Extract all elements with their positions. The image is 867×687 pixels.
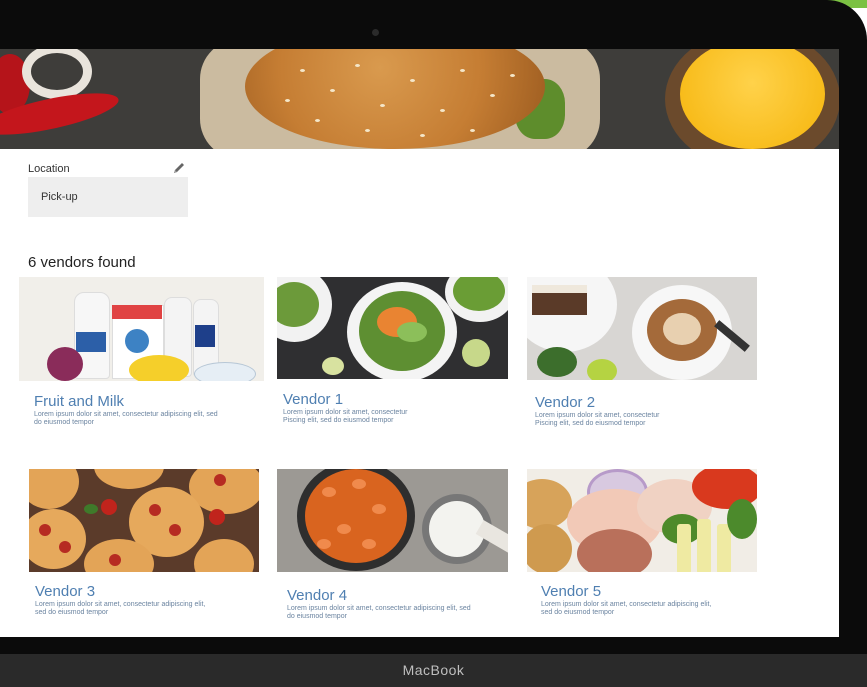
vendor-image (277, 277, 508, 379)
vendors-count-heading: 6 vendors found (28, 254, 136, 271)
vendor-card-fruit-and-milk[interactable]: Fruit and Milk Lorem ipsum dolor sit ame… (19, 277, 264, 437)
vendor-description: Lorem ipsum dolor sit amet, consectetur P… (535, 412, 660, 427)
vendor-description: Lorem ipsum dolor sit amet, consectetur … (35, 601, 206, 616)
location-value: Pick-up (41, 191, 78, 203)
vendor-card-5[interactable]: Vendor 5 Lorem ipsum dolor sit amet, con… (527, 469, 757, 629)
vendor-description: Lorem ipsum dolor sit amet, consectetur … (287, 605, 471, 620)
vendor-name[interactable]: Vendor 2 (535, 394, 595, 411)
pencil-icon[interactable] (172, 161, 186, 175)
vendor-image (19, 277, 264, 381)
vendor-card-4[interactable]: Vendor 4 Lorem ipsum dolor sit amet, con… (277, 469, 508, 629)
vendor-name[interactable]: Vendor 5 (541, 583, 601, 600)
vendor-image (527, 277, 757, 380)
vendor-card-3[interactable]: Vendor 3 Lorem ipsum dolor sit amet, con… (29, 469, 259, 629)
vendor-image (29, 469, 259, 572)
vendor-description: Lorem ipsum dolor sit amet, consectetur P… (283, 409, 408, 424)
vendor-card-1[interactable]: Vendor 1 Lorem ipsum dolor sit amet, con… (277, 277, 508, 437)
location-field[interactable]: Pick-up (28, 177, 188, 217)
vendor-name[interactable]: Vendor 1 (283, 391, 343, 408)
location-label: Location (28, 163, 70, 175)
camera-dot (372, 29, 379, 36)
hero-banner (0, 49, 839, 149)
vendor-name[interactable]: Vendor 3 (35, 583, 95, 600)
vendor-description: Lorem ipsum dolor sit amet, consectetur … (541, 601, 712, 616)
vendor-name[interactable]: Fruit and Milk (34, 393, 124, 410)
vendor-card-2[interactable]: Vendor 2 Lorem ipsum dolor sit amet, con… (527, 277, 757, 437)
vendor-image (527, 469, 757, 572)
vendor-name[interactable]: Vendor 4 (287, 587, 347, 604)
app-screen: Location Pick-up 6 vendors found Fruit a… (0, 49, 839, 637)
banner-onion (22, 49, 92, 99)
laptop-brand-label: MacBook (402, 662, 465, 678)
vendor-description: Lorem ipsum dolor sit amet, consectetur … (34, 411, 218, 426)
vendor-image (277, 469, 508, 572)
